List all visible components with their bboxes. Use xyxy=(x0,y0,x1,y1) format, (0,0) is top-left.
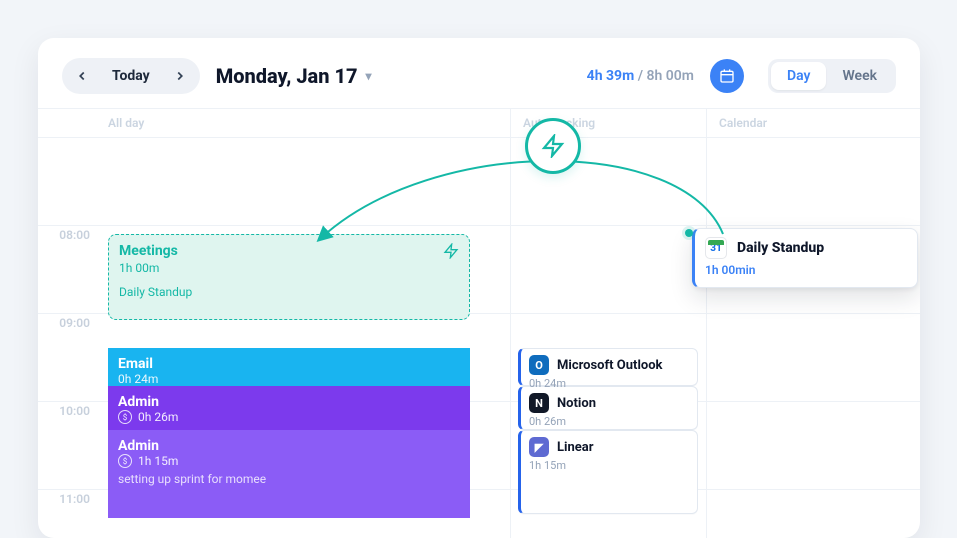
header-calendar: Calendar xyxy=(706,109,920,137)
timeline-grid[interactable]: 08:00 09:00 10:00 11:00 Meetings 1h 00m … xyxy=(38,138,920,538)
meeting-subject: Daily Standup xyxy=(119,285,459,299)
hour-label: 09:00 xyxy=(38,314,100,330)
block-title: Email xyxy=(118,356,460,372)
prev-day-button[interactable] xyxy=(68,62,96,90)
meeting-duration: 1h 00m xyxy=(119,261,459,275)
view-week-tab[interactable]: Week xyxy=(826,62,893,90)
tracked-summary: 4h 39m / 8h 00m xyxy=(587,68,694,84)
tracked-block-admin-2[interactable]: Admin $1h 15m setting up sprint for mome… xyxy=(108,430,470,518)
calendar-event-card[interactable]: Daily Standup 1h 00min xyxy=(692,228,918,288)
app-name: Microsoft Outlook xyxy=(557,358,663,373)
tracked-block-admin-1[interactable]: Admin $0h 26m xyxy=(108,386,470,430)
billable-icon: $ xyxy=(118,454,132,468)
total-time: 8h 00m xyxy=(647,68,694,84)
hour-label: 08:00 xyxy=(38,226,100,242)
today-button[interactable]: Today xyxy=(102,68,160,84)
meeting-title: Meetings xyxy=(119,243,459,259)
next-day-button[interactable] xyxy=(166,62,194,90)
bolt-icon xyxy=(443,243,459,259)
block-duration: $1h 15m xyxy=(118,454,460,468)
event-duration: 1h 00min xyxy=(705,263,907,277)
view-day-tab[interactable]: Day xyxy=(771,62,827,90)
auto-tracking-stack: OMicrosoft Outlook 0h 24m NNotion 0h 26m… xyxy=(518,348,698,514)
view-segment: Day Week xyxy=(768,59,896,93)
app-card-outlook[interactable]: OMicrosoft Outlook 0h 24m xyxy=(518,348,698,386)
calendar-app-card: Today Monday, Jan 17 ▾ 4h 39m / 8h 00m xyxy=(38,38,920,538)
outlook-icon: O xyxy=(529,355,549,375)
tracked-block-email[interactable]: Email 0h 24m xyxy=(108,348,470,386)
toolbar: Today Monday, Jan 17 ▾ 4h 39m / 8h 00m xyxy=(38,38,920,108)
chevron-down-icon: ▾ xyxy=(366,69,372,83)
google-calendar-icon xyxy=(705,237,727,259)
date-title[interactable]: Monday, Jan 17 ▾ xyxy=(216,64,372,88)
block-description: setting up sprint for momee xyxy=(118,472,460,486)
hour-label: 10:00 xyxy=(38,402,100,418)
date-title-text: Monday, Jan 17 xyxy=(216,64,358,88)
block-duration: 0h 24m xyxy=(118,372,460,386)
app-name: Notion xyxy=(557,396,596,411)
app-card-linear[interactable]: ◤ Linear 1h 15m xyxy=(518,430,698,514)
app-duration: 0h 26m xyxy=(529,415,689,428)
column-headers: All day Auto tracking Calendar xyxy=(38,108,920,138)
elapsed-time: 4h 39m xyxy=(587,68,635,84)
date-nav-group: Today xyxy=(62,58,200,94)
hour-label xyxy=(38,138,100,140)
app-name: Linear xyxy=(557,440,594,455)
billable-icon: $ xyxy=(118,410,132,424)
block-title: Admin xyxy=(118,438,460,454)
automation-bolt-badge xyxy=(525,118,581,174)
event-name: Daily Standup xyxy=(737,240,824,256)
header-allday: All day xyxy=(100,109,510,137)
meeting-block[interactable]: Meetings 1h 00m Daily Standup xyxy=(108,234,470,320)
calendar-icon-button[interactable] xyxy=(710,59,744,93)
block-title: Admin xyxy=(118,394,460,410)
linear-icon: ◤ xyxy=(529,437,549,457)
hour-label: 11:00 xyxy=(38,490,100,506)
app-card-notion[interactable]: N Notion 0h 26m xyxy=(518,386,698,430)
block-duration: $0h 26m xyxy=(118,410,460,424)
separator: / xyxy=(638,68,647,84)
app-duration: 1h 15m xyxy=(529,459,689,472)
notion-icon: N xyxy=(529,393,549,413)
